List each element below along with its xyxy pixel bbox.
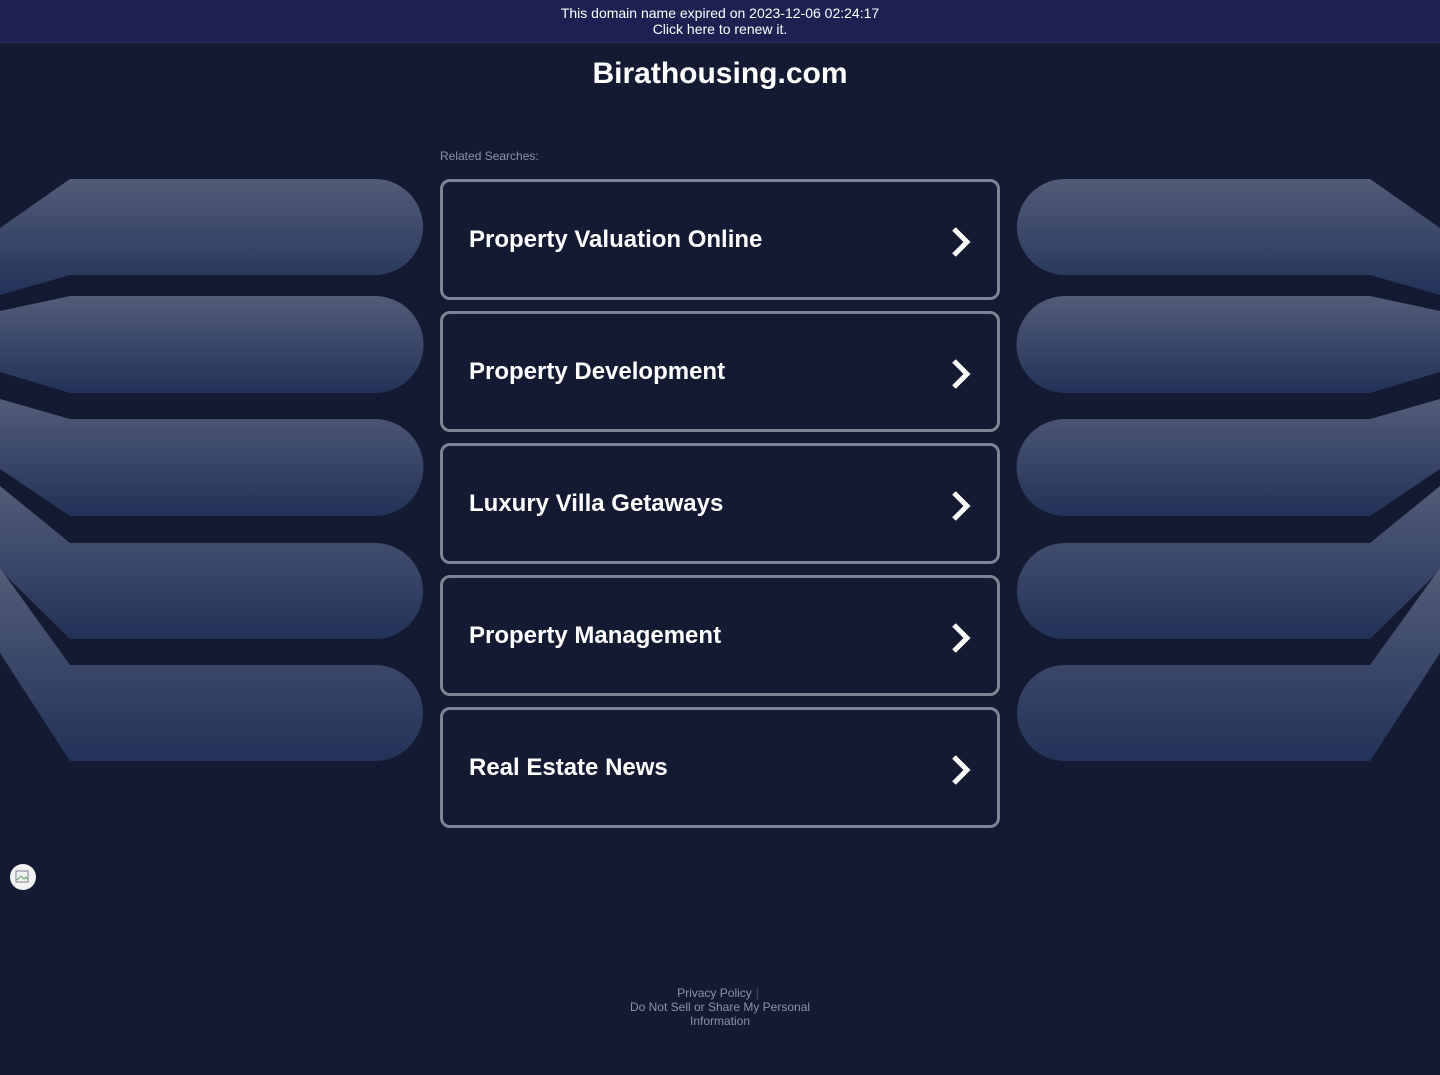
broken-image-icon [15, 870, 29, 883]
related-search-label: Property Valuation Online [469, 226, 763, 253]
related-search-item[interactable]: Property Management [440, 575, 1000, 696]
related-search-label: Property Management [469, 622, 722, 649]
footer-separator: | [755, 986, 759, 1000]
related-search-label: Real Estate News [469, 754, 668, 781]
related-search-item[interactable]: Real Estate News [440, 707, 1000, 828]
related-search-label: Property Development [469, 358, 726, 385]
chevron-right-icon [952, 359, 971, 389]
expiry-banner: This domain name expired on 2023-12-06 0… [0, 0, 1440, 43]
related-searches-heading: Related Searches: [440, 149, 539, 163]
related-search-item[interactable]: Property Development [440, 311, 1000, 432]
chevron-right-icon [952, 227, 971, 257]
chevron-right-icon [952, 755, 971, 785]
expiry-text: This domain name expired on 2023-12-06 0… [560, 5, 880, 21]
chevron-right-icon [952, 623, 971, 653]
related-search-label: Luxury Villa Getaways [469, 490, 724, 517]
related-search-item[interactable]: Property Valuation Online [440, 179, 1000, 300]
site-title: Birathousing.com [592, 57, 848, 90]
renew-link[interactable]: Click here to renew it. [0, 21, 1440, 37]
related-search-item[interactable]: Luxury Villa Getaways [440, 443, 1000, 564]
chevron-right-icon [952, 491, 971, 521]
do-not-sell-link[interactable]: Do Not Sell or Share My Personal Informa… [625, 1000, 815, 1028]
privacy-policy-link[interactable]: Privacy Policy [677, 986, 752, 1000]
footer: Privacy Policy | Do Not Sell or Share My … [0, 986, 1440, 1028]
logo-icon[interactable] [10, 864, 36, 890]
